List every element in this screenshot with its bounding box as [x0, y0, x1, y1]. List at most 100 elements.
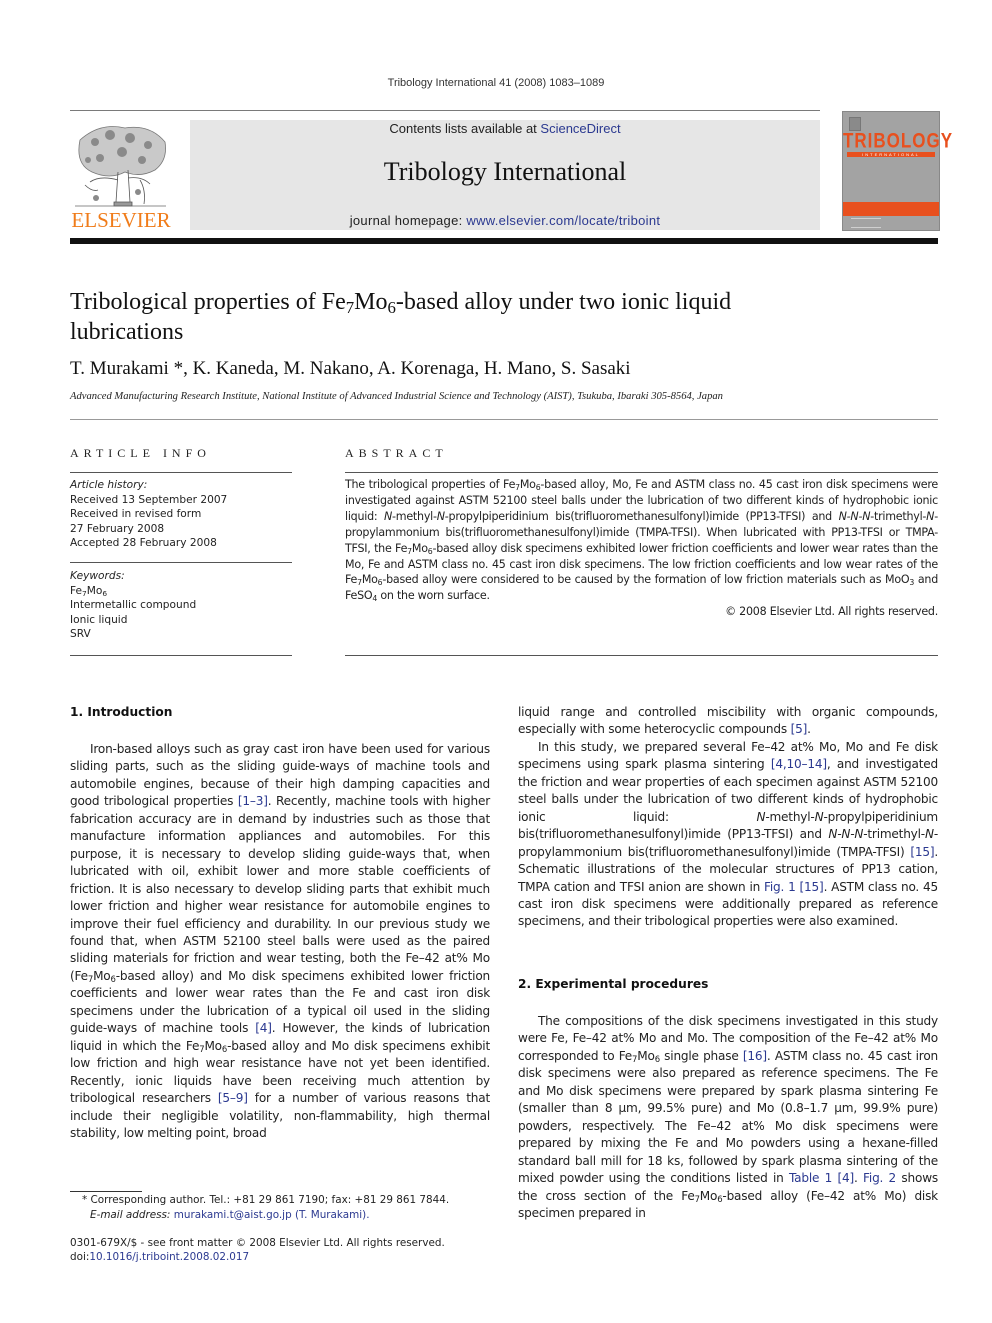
inline-text: Mo: [411, 541, 428, 555]
paragraph: In this study, we prepared several Fe–42…: [518, 739, 938, 931]
divider: [70, 419, 938, 420]
inline-text: N: [383, 509, 393, 523]
keyword-item: Fe7Mo6: [70, 584, 292, 599]
contents-prefix: Contents lists available at: [389, 121, 541, 136]
sciencedirect-link[interactable]: ScienceDirect: [540, 121, 620, 136]
inline-text: Mo: [86, 584, 103, 597]
title-subscript: 6: [387, 298, 396, 318]
title-text: Tribological properties of Fe: [70, 289, 346, 315]
citation-link[interactable]: [15]: [910, 845, 934, 859]
abstract-body: The tribological properties of FeMo7Mo6-…: [345, 477, 938, 620]
citation-link[interactable]: [4,10–14]: [771, 757, 827, 771]
table-link[interactable]: Table 1: [789, 1171, 832, 1185]
figure-link[interactable]: Fig. 2: [863, 1171, 896, 1185]
inline-text: .: [807, 722, 811, 737]
citation-link[interactable]: [5–9]: [218, 1091, 248, 1105]
inline-text: N-N-N: [838, 509, 871, 523]
history-item: Accepted 28 February 2008: [70, 537, 217, 549]
article-info-heading: ARTICLE INFO: [70, 446, 211, 460]
homepage-link[interactable]: www.elsevier.com/locate/triboint: [466, 213, 660, 228]
issn-line: 0301-679X/$ - see front matter © 2008 El…: [70, 1237, 445, 1249]
divider: [345, 655, 938, 656]
citation-link[interactable]: [1–3]: [238, 794, 268, 808]
email-label: E-mail address:: [90, 1209, 174, 1221]
doi-label: doi:: [70, 1251, 90, 1263]
keyword-item: SRV: [70, 628, 91, 640]
cover-orange-band: [843, 202, 939, 216]
inline-text: The tribological properties of Fe: [345, 478, 516, 491]
inline-text: N: [924, 827, 934, 842]
divider: [70, 562, 292, 563]
doi-line: doi:10.1016/j.triboint.2008.02.017: [70, 1250, 510, 1265]
header-divider: [70, 110, 820, 111]
inline-text: -propylpiperidinium bis(trifluoromethane…: [444, 509, 839, 523]
abstract-heading: ABSTRACT: [345, 446, 448, 460]
title-subscript: 7: [345, 298, 355, 318]
cover-title: TRIBOLOGY: [843, 128, 954, 153]
citation-link[interactable]: [4]: [837, 1171, 854, 1185]
citation-link[interactable]: [15]: [800, 880, 824, 894]
inline-text: N: [756, 809, 766, 824]
running-head: Tribology International 41 (2008) 1083–1…: [387, 77, 605, 89]
citation-link[interactable]: [4]: [255, 1021, 272, 1035]
inline-text: N-N-N: [828, 827, 864, 842]
affiliation: Advanced Manufacturing Research Institut…: [70, 391, 723, 402]
inline-text: liquid range and controlled miscibility …: [518, 705, 938, 737]
divider: [70, 655, 292, 656]
elsevier-wordmark: ELSEVIER: [71, 208, 171, 232]
history-item: 27 February 2008: [70, 522, 165, 535]
inline-text: -based alloy were considered to be cause…: [382, 573, 910, 587]
inline-text: Mo: [519, 478, 536, 491]
inline-text: -methyl-: [392, 509, 437, 523]
contents-line: Contents lists available at ScienceDirec…: [190, 121, 820, 136]
corresponding-author-note: * Corresponding author. Tel.: +81 29 861…: [82, 1194, 450, 1206]
history-item: Received 13 September 2007: [70, 493, 228, 506]
footnote-divider: [70, 1191, 142, 1192]
history-item: Received in revised form: [70, 508, 202, 520]
body-column-right-bottom: The compositions of the disk specimens i…: [518, 1013, 938, 1222]
section-heading-experimental: 2. Experimental procedures: [518, 977, 709, 991]
citation-link[interactable]: [16]: [743, 1049, 767, 1063]
email-link[interactable]: murakami.t@aist.go.jp (T. Murakami).: [174, 1209, 370, 1221]
inline-text: Mo: [204, 1038, 222, 1053]
header-thick-rule: [70, 238, 938, 244]
inline-text: N: [436, 509, 445, 523]
inline-text: Mo: [637, 1048, 655, 1063]
inline-text: single phase: [659, 1048, 743, 1063]
subscript: 6: [102, 588, 108, 598]
author-list: T. Murakami *, K. Kaneda, M. Nakano, A. …: [70, 358, 631, 379]
cover-footer-mark: [851, 218, 881, 228]
body-column-left: Iron-based alloys such as gray cast iron…: [70, 741, 490, 1142]
keyword-item: Intermetallic compound: [70, 599, 197, 611]
keywords-caption: Keywords:: [70, 570, 125, 582]
inline-text: Mo: [699, 1188, 718, 1203]
doi-link[interactable]: 10.1016/j.triboint.2008.02.017: [89, 1251, 249, 1263]
inline-text: Mo: [361, 573, 378, 587]
keywords: Keywords: Fe7Mo6 Intermetallic compound …: [70, 569, 292, 642]
inline-text: Mo: [93, 968, 111, 983]
journal-cover-thumbnail[interactable]: TRIBOLOGY INTERNATIONAL: [842, 111, 954, 231]
figure-link[interactable]: Fig. 1: [764, 880, 796, 894]
inline-text: on the worn surface.: [377, 589, 490, 603]
inline-text: -methyl-: [765, 809, 815, 824]
inline-text: . ASTM class no. 45 cast iron disk speci…: [518, 1048, 938, 1186]
article-title: Tribological properties of Fe7Mo6-based …: [70, 287, 830, 347]
body-column-right-top: liquid range and controlled miscibility …: [518, 704, 938, 931]
history-caption: Article history:: [70, 479, 148, 491]
keyword-item: Ionic liquid: [70, 613, 128, 626]
inline-text: -trimethyl-: [870, 509, 927, 523]
citation-link[interactable]: [5]: [791, 722, 808, 736]
paragraph: Iron-based alloys such as gray cast iron…: [70, 741, 490, 1142]
cover-subtitle: INTERNATIONAL: [847, 152, 935, 157]
section-heading-introduction: 1. Introduction: [70, 705, 173, 719]
homepage-prefix: journal homepage:: [349, 213, 467, 228]
divider: [70, 472, 292, 473]
inline-text: .: [854, 1171, 864, 1186]
divider: [345, 472, 938, 473]
email-note: E-mail address: murakami.t@aist.go.jp (T…: [90, 1208, 510, 1223]
inline-text: -trimethyl-: [863, 827, 925, 842]
journal-homepage: journal homepage: www.elsevier.com/locat…: [190, 213, 820, 228]
title-text: Mo: [354, 289, 388, 315]
copyright-notice: © 2008 Elsevier Ltd. All rights reserved…: [725, 605, 938, 619]
paragraph: liquid range and controlled miscibility …: [518, 704, 938, 739]
